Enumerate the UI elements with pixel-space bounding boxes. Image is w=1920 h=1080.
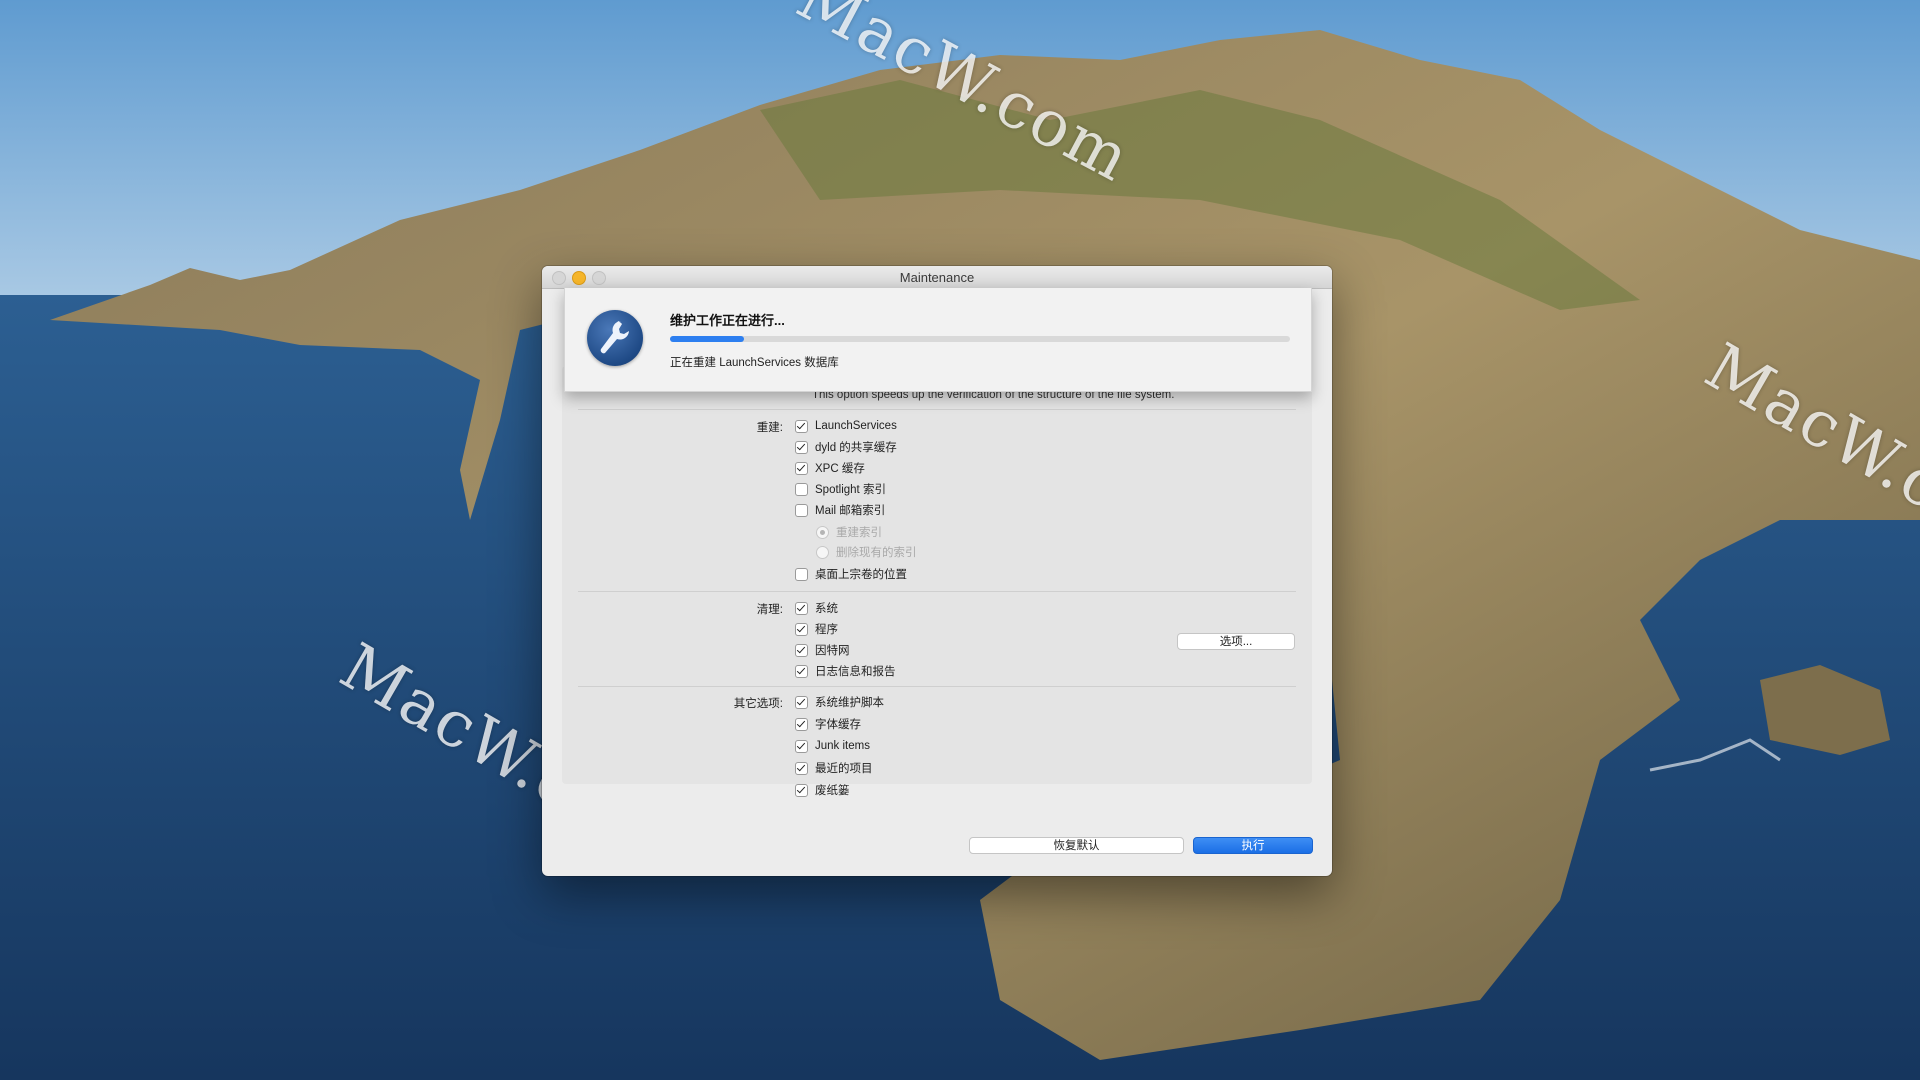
cleanup-internet-checkbox[interactable]: 因特网	[795, 642, 850, 658]
checkbox-label: LaunchServices	[815, 420, 897, 432]
title-bar[interactable]: Maintenance	[542, 266, 1332, 289]
checkbox-checked-icon	[795, 739, 808, 753]
checkbox-checked-icon	[795, 440, 808, 454]
checkbox-label: 系统维护脚本	[815, 697, 884, 709]
progress-status: 正在重建 LaunchServices 数据库	[670, 357, 839, 369]
checkbox-checked-icon	[795, 643, 808, 657]
divider	[578, 686, 1296, 687]
cleanup-applications-checkbox[interactable]: 程序	[795, 621, 838, 637]
radio-selected-icon	[816, 525, 829, 539]
rebuild-label: 重建:	[756, 422, 783, 434]
checkbox-unchecked-icon	[795, 503, 808, 517]
checkbox-label: 系统	[815, 603, 838, 615]
checkbox-checked-icon	[795, 601, 808, 615]
checkbox-checked-icon	[795, 461, 808, 475]
checkbox-label: Mail 邮箱索引	[815, 505, 886, 517]
checkbox-checked-icon	[795, 717, 808, 731]
checkbox-checked-icon	[795, 761, 808, 775]
rebuild-mail-index-checkbox[interactable]: Mail 邮箱索引	[795, 502, 885, 518]
progress-sheet: 维护工作正在进行... 正在重建 LaunchServices 数据库	[564, 288, 1312, 392]
progress-title: 维护工作正在进行...	[670, 313, 785, 328]
mail-rebuild-index-radio[interactable]: 重建索引	[816, 524, 882, 540]
checkbox-label: 废纸篓	[815, 785, 850, 797]
radio-label: 重建索引	[836, 527, 882, 539]
checkbox-unchecked-icon	[795, 567, 808, 581]
other-recent-items-checkbox[interactable]: 最近的项目	[795, 760, 873, 776]
rebuild-xpc-cache-checkbox[interactable]: XPC 缓存	[795, 460, 865, 476]
desktop-volume-positions-checkbox[interactable]: 桌面上宗卷的位置	[795, 566, 907, 582]
radio-label: 删除现有的索引	[836, 547, 917, 559]
checkbox-label: XPC 缓存	[815, 463, 865, 475]
other-trash-checkbox[interactable]: 废纸篓	[795, 782, 850, 798]
checkbox-label: 程序	[815, 624, 838, 636]
checkbox-label: 日志信息和报告	[815, 666, 896, 678]
restore-defaults-button[interactable]: 恢复默认	[969, 837, 1184, 854]
divider	[578, 409, 1296, 410]
radio-unselected-icon	[816, 545, 829, 559]
other-maintenance-scripts-checkbox[interactable]: 系统维护脚本	[795, 694, 884, 710]
divider	[578, 591, 1296, 592]
other-font-cache-checkbox[interactable]: 字体缓存	[795, 716, 861, 732]
rebuild-spotlight-index-checkbox[interactable]: Spotlight 索引	[795, 481, 886, 497]
checkbox-label: 字体缓存	[815, 719, 861, 731]
checkbox-checked-icon	[795, 695, 808, 709]
checkbox-checked-icon	[795, 419, 808, 433]
cleanup-options-button[interactable]: 选项...	[1177, 633, 1295, 650]
maintenance-window: Maintenance This option speeds up the ve…	[542, 266, 1332, 876]
checkbox-label: Spotlight 索引	[815, 484, 886, 496]
rebuild-dyld-cache-checkbox[interactable]: dyld 的共享缓存	[795, 439, 897, 455]
cleanup-label: 清理:	[756, 604, 783, 616]
checkbox-checked-icon	[795, 622, 808, 636]
rebuild-launchservices-checkbox[interactable]: LaunchServices	[795, 418, 897, 434]
progress-bar-fill	[670, 336, 745, 342]
cleanup-system-checkbox[interactable]: 系统	[795, 600, 838, 616]
checkbox-label: dyld 的共享缓存	[815, 442, 897, 454]
checkbox-label: Junk items	[815, 740, 870, 752]
progress-bar	[670, 336, 1290, 342]
checkbox-checked-icon	[795, 664, 808, 678]
mail-delete-index-radio[interactable]: 删除现有的索引	[816, 544, 917, 560]
checkbox-checked-icon	[795, 783, 808, 797]
checkbox-label: 桌面上宗卷的位置	[815, 569, 907, 581]
checkbox-label: 因特网	[815, 645, 850, 657]
execute-button[interactable]: 执行	[1193, 837, 1313, 854]
other-options-label: 其它选项:	[733, 698, 783, 710]
window-title: Maintenance	[899, 270, 975, 285]
other-junk-items-checkbox[interactable]: Junk items	[795, 738, 870, 754]
cleanup-logs-reports-checkbox[interactable]: 日志信息和报告	[795, 663, 896, 679]
maintenance-wrench-icon	[587, 310, 643, 366]
checkbox-unchecked-icon	[795, 482, 808, 496]
options-panel	[562, 366, 1312, 784]
checkbox-label: 最近的项目	[815, 763, 873, 775]
